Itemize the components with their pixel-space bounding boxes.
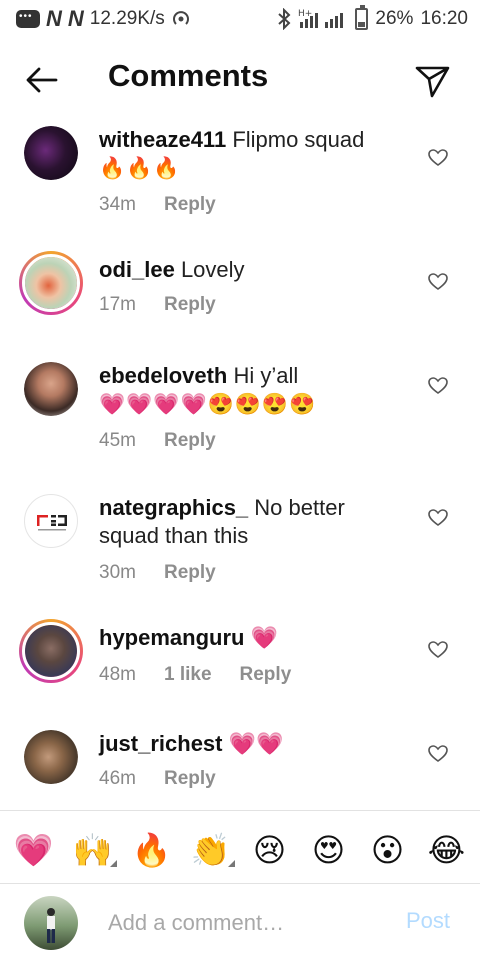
arrow-left-icon — [26, 67, 58, 93]
battery-icon — [355, 5, 369, 30]
comment-meta: 48m 1 like Reply — [99, 664, 291, 686]
battery-level-fill — [358, 22, 366, 27]
share-button[interactable] — [412, 60, 452, 100]
avatar — [22, 622, 80, 680]
comment-time: 48m — [99, 664, 136, 685]
comment-username[interactable]: witheaze411 — [99, 127, 226, 152]
comment-time: 45m — [99, 430, 136, 451]
reply-button[interactable]: Reply — [164, 768, 216, 790]
avatar[interactable] — [24, 362, 78, 416]
net-speed: 12.29K/s — [89, 8, 165, 29]
comment-message: Hi y’all — [233, 363, 299, 388]
bluetooth-icon — [277, 8, 291, 30]
like-button[interactable] — [428, 744, 448, 764]
avatar[interactable] — [24, 126, 78, 180]
notification-n-icon-2: N — [67, 6, 84, 31]
quick-emoji-heart[interactable]: 💗 — [8, 831, 60, 869]
signal-icon: H+ — [298, 8, 348, 30]
hotspot-icon — [171, 9, 191, 29]
quick-emoji-clap[interactable]: 👏 — [185, 831, 237, 869]
comment-meta: 45m Reply — [99, 430, 216, 452]
comment-body: just_richest 💗💗 — [99, 730, 399, 758]
quick-emoji-raised-hands[interactable]: 🙌 — [67, 831, 119, 869]
back-button[interactable] — [24, 62, 60, 98]
message-notification-icon — [16, 10, 40, 28]
avatar — [22, 254, 80, 312]
status-bar: N N 12.29K/s H+ 26% 16:20 — [0, 0, 480, 38]
battery-percent: 26% — [375, 8, 414, 29]
comment-meta: 17m Reply — [99, 294, 216, 316]
like-button[interactable] — [428, 272, 448, 292]
comment-body: witheaze411 Flipmo squad 🔥🔥🔥 — [99, 126, 399, 184]
heart-outline-icon — [428, 377, 448, 394]
comment-username[interactable]: ebedeloveth — [99, 363, 227, 388]
quick-emoji-glyph: 👏 — [190, 831, 231, 869]
like-button[interactable] — [428, 376, 448, 396]
heart-outline-icon — [428, 149, 448, 166]
quick-emoji-surprised[interactable]: 😮 — [362, 831, 414, 869]
comment-username[interactable]: hypemanguru — [99, 625, 244, 650]
comment-message: 💗💗 — [228, 731, 284, 756]
like-button[interactable] — [428, 640, 448, 660]
paper-plane-icon — [415, 66, 450, 98]
current-user-avatar — [24, 896, 78, 950]
comment-time: 46m — [99, 768, 136, 789]
heart-outline-icon — [428, 745, 448, 762]
reply-button[interactable]: Reply — [240, 664, 292, 686]
comment-meta: 30m Reply — [99, 562, 216, 584]
comment-time: 30m — [99, 562, 136, 583]
comment-message: Flipmo squad — [232, 127, 365, 152]
avatar-story-ring[interactable] — [19, 619, 83, 683]
person-photo-icon — [47, 908, 55, 943]
quick-emoji-crying[interactable]: 😢 — [244, 831, 296, 869]
header: Comments — [0, 44, 480, 116]
comment-username[interactable]: nategraphics_ — [99, 495, 248, 520]
divider — [0, 810, 480, 811]
comment-body: ebedeloveth Hi y’all 💗💗💗💗😍😍😍😍 — [99, 362, 399, 420]
page-title: Comments — [108, 58, 269, 93]
heart-outline-icon — [428, 273, 448, 290]
avatar[interactable] — [24, 730, 78, 784]
quick-emoji-glyph: 🙌 — [72, 831, 113, 869]
comment-input[interactable] — [108, 906, 388, 940]
like-button[interactable] — [428, 148, 448, 168]
avatar-story-ring[interactable] — [19, 251, 83, 315]
comment-username[interactable]: just_richest — [99, 731, 223, 756]
clock: 16:20 — [420, 8, 468, 29]
comment-message: 💗 — [250, 625, 278, 650]
notification-n-icon: N — [46, 6, 62, 31]
nategraphics-logo-icon — [37, 515, 67, 531]
reply-button[interactable]: Reply — [164, 562, 216, 584]
likes-count[interactable]: 1 like — [164, 664, 212, 686]
avatar[interactable] — [24, 494, 78, 548]
comment-username[interactable]: odi_lee — [99, 257, 175, 282]
quick-emoji-laughing[interactable]: 😂 — [421, 831, 473, 869]
comment-emojis: 💗💗💗💗😍😍😍😍 — [99, 393, 317, 416]
skin-tone-indicator-icon — [109, 860, 117, 867]
comment-body: odi_lee Lovely — [99, 256, 399, 284]
comment-meta: 34m Reply — [99, 194, 216, 216]
quick-emoji-fire[interactable]: 🔥 — [126, 831, 178, 869]
reply-button[interactable]: Reply — [164, 194, 216, 216]
comment-body: nategraphics_ No better squad than this — [99, 494, 389, 550]
comment-body: hypemanguru 💗 — [99, 624, 399, 652]
heart-outline-icon — [428, 641, 448, 658]
comment-message: Lovely — [180, 257, 245, 282]
comment-time: 34m — [99, 194, 136, 215]
reply-button[interactable]: Reply — [164, 430, 216, 452]
post-button[interactable]: Post — [406, 908, 450, 934]
reply-button[interactable]: Reply — [164, 294, 216, 316]
skin-tone-indicator-icon — [227, 860, 235, 867]
comment-time: 17m — [99, 294, 136, 315]
comment-meta: 46m Reply — [99, 768, 216, 790]
comment-emojis: 🔥🔥🔥 — [99, 157, 181, 180]
like-button[interactable] — [428, 508, 448, 528]
quick-emoji-heart-eyes[interactable]: 😍 — [303, 831, 355, 869]
heart-outline-icon — [428, 509, 448, 526]
quick-emoji-bar: 💗 🙌 🔥 👏 😢 😍 😮 😂 — [0, 818, 480, 882]
comment-composer: Post — [0, 884, 480, 960]
